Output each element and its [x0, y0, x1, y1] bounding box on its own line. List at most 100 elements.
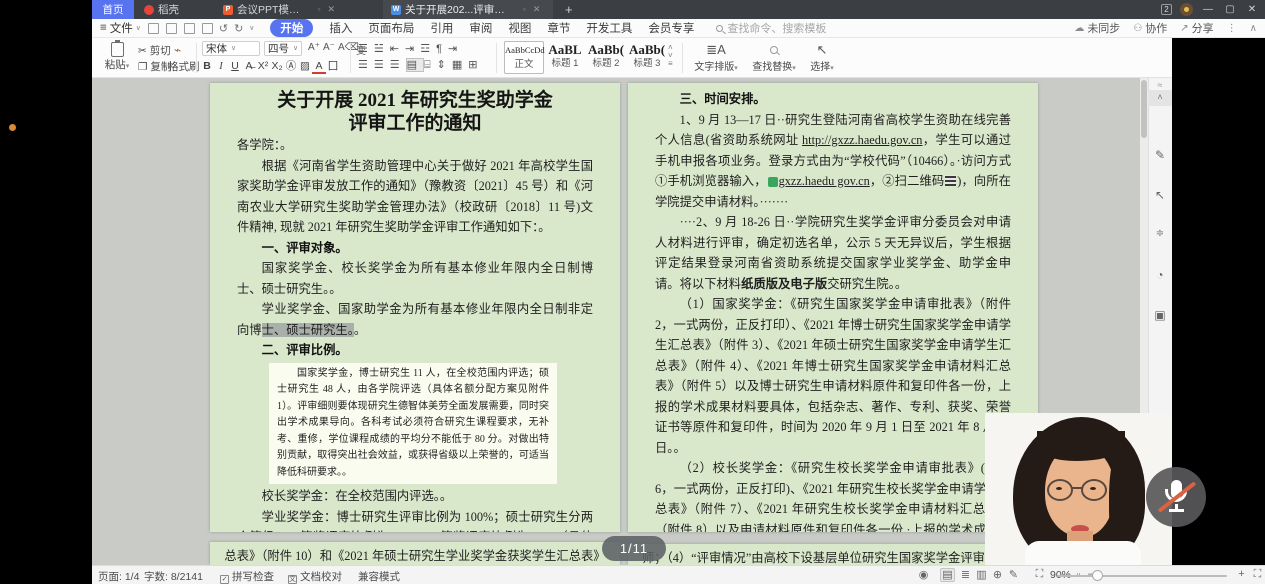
ink-icon[interactable]: ✎ [1006, 568, 1021, 581]
font-color-button[interactable]: A [312, 60, 326, 74]
export-icon[interactable] [166, 23, 177, 34]
strikethrough-button[interactable]: A̶ [242, 60, 256, 72]
print-icon[interactable] [184, 23, 195, 34]
text-layout-button[interactable]: ≣A 文字排版▾ [690, 42, 742, 73]
style-标题 3[interactable]: AaBb(标题 3 [627, 41, 667, 74]
bullet-list-icon[interactable]: ☰ [358, 43, 374, 55]
new-tab-button[interactable]: + [565, 0, 573, 19]
scroll-up-icon[interactable]: ˄ [1148, 90, 1172, 106]
line-spacing-icon[interactable]: ⇕ [437, 59, 452, 71]
menu-tab-章节[interactable]: 章节 [547, 20, 570, 36]
align-right-icon[interactable]: ☰ [390, 59, 406, 71]
copy-button[interactable]: ❐ 复制 [138, 59, 171, 74]
avatar[interactable] [1180, 3, 1193, 16]
window-count-badge[interactable]: 2 [1161, 4, 1172, 15]
titlebar-tab-ppt[interactable]: P会议PPT模板.pptx▫✕ [215, 0, 343, 19]
style-正文[interactable]: AaBbCcDd正文 [504, 41, 544, 74]
zoom-in-icon[interactable]: + [1234, 568, 1249, 580]
superscript-button[interactable]: X² [256, 60, 270, 72]
menu-tab-会员专享[interactable]: 会员专享 [648, 20, 694, 36]
increase-indent-icon[interactable]: ⇥ [405, 43, 420, 55]
page-view-icon[interactable]: ▤ [940, 568, 955, 582]
close-tab-icon[interactable]: ✕ [327, 4, 335, 15]
document-page-2[interactable]: 三、时间安排。1、9 月 13—17 日··研究生登陆河南省高校学生资助在线完善… [628, 83, 1038, 532]
close-button[interactable]: ✕ [1245, 4, 1259, 15]
fit-page-icon[interactable]: ⛶ [1032, 568, 1047, 581]
pin-tab-icon[interactable]: ▫ [318, 5, 321, 14]
command-search[interactable]: 查找命令、搜索模板 [716, 20, 826, 36]
pin-tab-icon[interactable]: ▫ [523, 5, 526, 14]
titlebar-tab-doc[interactable]: W关于开展202...评审工作的通知▫✕ [383, 0, 553, 19]
timer-tool-icon[interactable]: ◔ [1148, 268, 1172, 282]
highlight-color-button[interactable]: ▨ [298, 60, 312, 72]
numbered-list-icon[interactable]: ☱ [374, 43, 390, 55]
style-标题 2[interactable]: AaBb(标题 2 [586, 41, 626, 74]
shrink-font-button[interactable]: A⁻ [323, 42, 335, 53]
word-count[interactable]: 字数: 8/2141 [144, 569, 203, 584]
shading-icon[interactable]: ▦ [452, 59, 468, 71]
fullscreen-icon[interactable]: ⛶ [1250, 568, 1265, 581]
style-标题 1[interactable]: AaBL标题 1 [545, 41, 585, 74]
menu-tab-审阅[interactable]: 审阅 [469, 20, 492, 36]
menu-tab-开始[interactable]: 开始 [270, 19, 313, 37]
paste-button[interactable]: 粘贴▾ [100, 42, 134, 72]
find-replace-button[interactable]: 查找替换▾ [748, 42, 800, 73]
close-tab-icon[interactable]: ✕ [533, 4, 541, 15]
bold-button[interactable]: B [200, 60, 214, 72]
distribute-icon[interactable]: ⌸ [424, 59, 437, 71]
menu-tab-插入[interactable]: 插入 [329, 20, 352, 36]
subscript-button[interactable]: X₂ [270, 60, 284, 72]
document-page-3-peek[interactable]: 总表》（附件 10）和《2021 年硕士研究生学业奖学金获奖学生汇总表》 [210, 542, 620, 565]
minimize-button[interactable]: — [1201, 4, 1215, 15]
char-border-button[interactable]: 囗 [326, 58, 340, 73]
underline-button[interactable]: U [228, 60, 242, 72]
eye-protection-icon[interactable]: ◉ [916, 568, 931, 581]
microphone-muted-button[interactable] [1146, 467, 1206, 527]
table-border-icon[interactable]: ⊞ [468, 59, 483, 71]
scrollbar-thumb[interactable] [1141, 80, 1147, 138]
titlebar-tab-home[interactable]: 首页 [92, 0, 134, 19]
more-menu-icon[interactable]: ⋮ [1227, 23, 1237, 34]
web-view-icon[interactable]: ⊕ [990, 568, 1005, 581]
font-name-select[interactable]: 宋体∨ [202, 41, 260, 56]
select-tool-icon[interactable]: ↖ [1148, 188, 1172, 202]
hyperlink[interactable]: http://gxzz.haedu.gov.cn [802, 133, 922, 147]
collaborate-button[interactable]: ⚇协作 [1133, 20, 1167, 36]
screenshot-tool-icon[interactable]: ▣ [1148, 308, 1172, 322]
style-gallery-spinner[interactable]: ˄˅≡ [668, 44, 673, 68]
justify-icon[interactable]: ▤ [406, 58, 424, 72]
sync-status[interactable]: ☁未同步 [1074, 20, 1120, 36]
decrease-indent-icon[interactable]: ⇤ [390, 43, 405, 55]
multipage-view-icon[interactable]: ▥ [974, 568, 989, 581]
align-center-icon[interactable]: ☰ [374, 59, 390, 71]
file-menu[interactable]: ≡ 文件 ∨ [100, 20, 141, 36]
format-painter-button[interactable]: 格式刷 [168, 59, 200, 74]
font-size-select[interactable]: 四号∨ [264, 41, 302, 56]
cut-button[interactable]: ✂ 剪切 [138, 43, 171, 58]
outline-view-icon[interactable]: ≣ [958, 568, 973, 581]
document-page-4-peek[interactable]: 师；（4）“评审情况”由高校下设基层单位研究生国家奖学金评审… [628, 544, 1038, 565]
menu-tab-引用[interactable]: 引用 [430, 20, 453, 36]
asian-layout-icon[interactable]: ☲ [420, 43, 436, 55]
adjust-tool-icon[interactable]: ≑ [1148, 228, 1172, 239]
menu-tab-视图[interactable]: 视图 [508, 20, 531, 36]
scrollbar-grip-icon[interactable]: ≈ [1148, 80, 1172, 90]
save-icon[interactable] [148, 23, 159, 34]
paragraph-settings-icon[interactable]: ⇥ [448, 43, 463, 55]
menu-tab-开发工具[interactable]: 开发工具 [586, 20, 632, 36]
redo-icon[interactable]: ↻ [234, 22, 243, 35]
hyperlink[interactable]: gxzz.haedu gov.cn [779, 174, 870, 188]
share-button[interactable]: ↗分享 [1180, 20, 1213, 36]
document-page-1[interactable]: 关于开展 2021 年研究生奖助学金 评审工作的通知 各学院：。根据《河南省学生… [210, 83, 620, 532]
spell-check-toggle[interactable]: ✓拼写检查 [220, 569, 274, 584]
zoom-slider-thumb[interactable] [1092, 570, 1103, 581]
undo-icon[interactable]: ↺ [219, 22, 228, 35]
align-left-icon[interactable]: ☰ [358, 59, 374, 71]
restore-button[interactable]: ▢ [1223, 4, 1237, 15]
proofread-button[interactable]: 文文档校对 [288, 569, 342, 584]
menu-tab-页面布局[interactable]: 页面布局 [368, 20, 414, 36]
titlebar-tab-docer[interactable]: 稻壳 [136, 0, 187, 19]
paragraph-mark-icon[interactable]: ¶ [436, 43, 448, 55]
pen-tool-icon[interactable]: ✎ [1148, 148, 1172, 162]
collapse-ribbon-icon[interactable]: ∧ [1250, 23, 1257, 34]
